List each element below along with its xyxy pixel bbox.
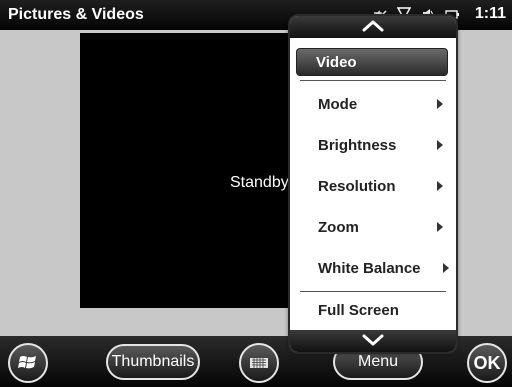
submenu-arrow-icon [437,222,443,232]
standby-text: Standby [230,174,289,191]
menu-item-label: Video [316,53,357,71]
menu-item-zoom[interactable]: Zoom [295,212,451,242]
menu-item-label: Zoom [318,218,359,236]
menu-item-label: Full Screen [318,301,399,319]
menu-scroll-down[interactable] [290,330,456,352]
submenu-arrow-icon [443,263,449,273]
submenu-arrow-icon [437,99,443,109]
menu-item-video[interactable]: Video [296,48,448,76]
menu-scroll-up[interactable] [290,16,456,38]
chevron-up-icon [362,20,384,32]
window-title: Pictures & Videos [8,6,144,23]
menu-item-label: Resolution [318,177,396,195]
menu-item-white-balance[interactable]: White Balance [295,253,451,283]
menu-item-label: White Balance [318,259,421,277]
submenu-arrow-icon [437,140,443,150]
thumbnails-button[interactable]: Thumbnails [106,344,200,380]
clock[interactable]: 1:11 [475,5,506,23]
windows-start-icon [18,356,36,369]
start-button[interactable] [8,343,48,383]
menu-divider [300,291,446,292]
menu-item-brightness[interactable]: Brightness [295,130,451,160]
menu-item-label: Mode [318,95,358,113]
submenu-arrow-icon [437,181,443,191]
chevron-down-icon [362,334,384,346]
ok-button[interactable]: OK [467,343,507,383]
menu-item-mode[interactable]: Mode [295,89,451,119]
menu-item-full-screen[interactable]: Full Screen [295,295,451,325]
menu-item-label: Brightness [318,136,397,154]
keyboard-icon [250,358,268,368]
popup-menu: Video Mode Brightness Resolution Zoom Wh… [288,14,458,354]
menu-divider [300,80,446,81]
menu-item-resolution[interactable]: Resolution [295,171,451,201]
keyboard-button[interactable] [239,343,279,383]
